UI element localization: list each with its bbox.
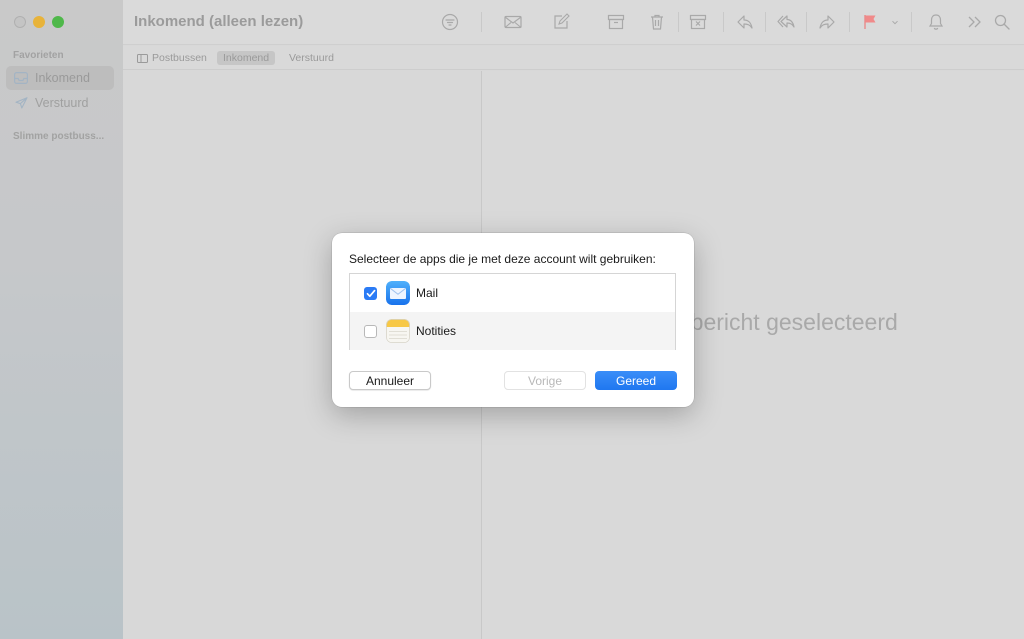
toolbar: Inkomend (alleen lezen)	[123, 0, 1024, 45]
sidebar-item-label: Verstuurd	[35, 96, 89, 110]
favorites-item-label: Postbussen	[152, 52, 207, 64]
overflow-icon[interactable]	[965, 12, 985, 32]
flag-icon[interactable]	[860, 12, 880, 32]
favorites-heading: Favorieten	[13, 50, 64, 61]
notes-checkbox[interactable]	[364, 324, 377, 338]
close-window-button[interactable]	[14, 16, 26, 28]
reply-all-icon[interactable]	[776, 12, 796, 32]
window-controls	[14, 16, 64, 28]
envelope-icon[interactable]	[503, 12, 523, 32]
favorites-bar: Postbussen Inkomend Verstuurd	[123, 46, 1024, 70]
smart-mailboxes-heading[interactable]: Slimme postbuss...	[13, 131, 104, 142]
app-row-notes[interactable]: Notities	[350, 312, 675, 350]
sidebar-item-label: Inkomend	[35, 71, 90, 85]
sidebar: Favorieten Inkomend Verstuurd Slimme pos…	[0, 0, 123, 639]
bell-icon[interactable]	[926, 12, 946, 32]
sidebar-icon	[137, 53, 148, 63]
forward-icon[interactable]	[817, 12, 837, 32]
favorites-item-sent[interactable]: Verstuurd	[283, 51, 340, 65]
favorites-item-inbox[interactable]: Inkomend	[217, 51, 276, 65]
inbox-icon	[14, 72, 28, 84]
toolbar-separator	[481, 12, 482, 32]
checkmark-icon	[366, 289, 375, 297]
favorites-item-label: Verstuurd	[289, 52, 334, 64]
reply-icon[interactable]	[735, 12, 755, 32]
toolbar-separator	[849, 12, 850, 32]
compose-icon[interactable]	[551, 12, 571, 32]
paper-plane-icon	[14, 97, 28, 109]
toolbar-separator	[723, 12, 724, 32]
toolbar-separator	[678, 12, 679, 32]
trash-icon[interactable]	[647, 12, 667, 32]
junk-icon[interactable]	[688, 12, 708, 32]
previous-button[interactable]: Vorige	[504, 371, 586, 390]
account-apps-dialog: Selecteer de apps die je met deze accoun…	[332, 233, 694, 407]
app-name: Notities	[416, 324, 457, 338]
favorites-item-mailboxes[interactable]: Postbussen	[131, 51, 213, 65]
app-name: Mail	[416, 286, 439, 300]
toolbar-separator	[911, 12, 912, 32]
mail-app-icon	[386, 281, 410, 305]
app-row-mail[interactable]: Mail	[350, 274, 675, 312]
done-button[interactable]: Gereed	[595, 371, 677, 390]
dialog-prompt: Selecteer de apps die je met deze accoun…	[349, 252, 656, 266]
chevron-down-icon[interactable]	[889, 12, 901, 32]
cancel-button[interactable]: Annuleer	[349, 371, 431, 390]
archive-icon[interactable]	[606, 12, 626, 32]
sidebar-item-inbox[interactable]: Inkomend	[6, 66, 114, 90]
search-icon[interactable]	[992, 12, 1012, 32]
toolbar-separator	[765, 12, 766, 32]
filter-icon[interactable]	[440, 12, 460, 32]
notes-app-icon	[386, 319, 410, 343]
window-title: Inkomend (alleen lezen)	[134, 13, 304, 30]
zoom-window-button[interactable]	[52, 16, 64, 28]
favorites-item-label: Inkomend	[223, 52, 270, 64]
sidebar-item-sent[interactable]: Verstuurd	[6, 91, 114, 115]
mail-checkbox[interactable]	[364, 286, 377, 300]
app-list: Mail Notities	[349, 273, 676, 350]
toolbar-separator	[806, 12, 807, 32]
minimize-window-button[interactable]	[33, 16, 45, 28]
